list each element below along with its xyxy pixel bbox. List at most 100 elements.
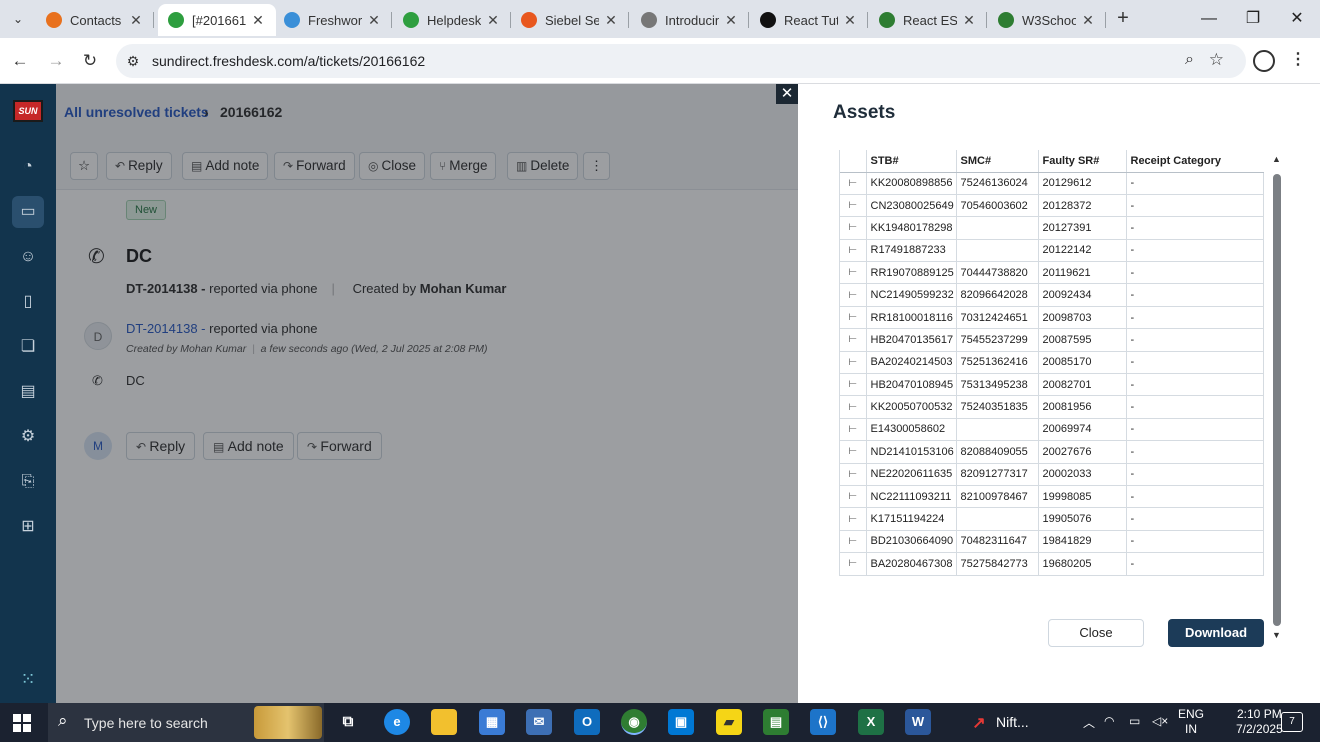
expand-row-icon[interactable]: ⊢ [840,261,867,285]
close-tab-icon[interactable]: ✕ [485,12,501,29]
expand-row-icon[interactable]: ⊢ [840,194,867,218]
download-button[interactable]: Download [1168,619,1264,647]
contacts-icon[interactable]: ☺ [12,241,44,273]
forward-icon[interactable]: → [44,49,68,73]
table-row[interactable]: ⊢ NC22111093211 82100978467 19998085- [840,485,1264,509]
url-text[interactable]: sundirect.freshdesk.com/a/tickets/201661… [152,53,425,69]
browser-tab[interactable]: Siebel Service✕ [511,4,629,36]
expand-row-icon[interactable]: ⊢ [840,530,867,554]
table-row[interactable]: ⊢ CN23080025649 70546003602 20128372- [840,194,1264,218]
forms-icon[interactable]: ⎘ [12,466,44,498]
close-tab-icon[interactable]: ✕ [603,12,619,29]
restore-window-icon[interactable]: ❐ [1230,6,1276,32]
close-tab-icon[interactable]: ✕ [128,12,144,29]
expand-row-icon[interactable]: ⊢ [840,373,867,397]
store-icon[interactable]: ▦ [479,709,505,735]
stock-trend-icon[interactable]: ↗ [968,711,990,733]
browser-tab[interactable]: [#20166162]✕ [158,4,276,36]
expand-row-icon[interactable]: ⊢ [840,216,867,240]
battery-icon[interactable]: ▭ [1129,714,1140,728]
spreadsheet-app-icon[interactable]: ▤ [763,709,789,735]
close-tab-icon[interactable]: ✕ [1080,12,1096,29]
outlook-icon[interactable]: O [574,709,600,735]
browser-tab[interactable]: React ES6✕ [869,4,987,36]
file-explorer-icon[interactable] [431,709,457,735]
table-row[interactable]: ⊢ R17491887233 20122142- [840,239,1264,263]
table-row[interactable]: ⊢ RR18100018116 70312424651 20098703- [840,306,1264,330]
tray-chevron-icon[interactable]: ︿ [1083,714,1095,731]
browser-tab[interactable]: Introducing✕ [631,4,749,36]
expand-row-icon[interactable]: ⊢ [840,485,867,509]
close-tab-icon[interactable]: ✕ [961,12,977,29]
scrollbar-thumb[interactable] [1273,174,1281,626]
profile-icon[interactable] [1253,50,1275,72]
mail-icon[interactable]: ✉ [526,709,552,735]
table-row[interactable]: ⊢ BA20240214503 75251362416 20085170- [840,351,1264,375]
tickets-icon[interactable]: ▭ [12,196,44,228]
table-row[interactable]: ⊢ HB20470108945 75313495238 20082701- [840,373,1264,397]
scroll-down-icon[interactable]: ▼ [1272,630,1281,640]
language-indicator[interactable]: ENG IN [1178,707,1204,737]
system-clock[interactable]: 2:10 PM 7/2/2025 [1236,707,1283,737]
wifi-icon[interactable]: ◠ [1104,714,1114,728]
zoom-icon[interactable]: ⌕ [1185,51,1194,69]
close-tab-icon[interactable]: ✕ [723,12,739,29]
scroll-up-icon[interactable]: ▲ [1272,154,1281,164]
site-info-icon[interactable]: ⚙ [124,52,142,70]
excel-icon[interactable]: X [858,709,884,735]
table-row[interactable]: ⊢ BA20280467308 75275842773 19680205- [840,552,1264,576]
close-tab-icon[interactable]: ✕ [842,12,858,29]
bookmark-star-icon[interactable]: ☆ [1209,50,1224,70]
expand-row-icon[interactable]: ⊢ [840,395,867,419]
expand-row-icon[interactable]: ⊢ [840,172,867,195]
remote-desktop-icon[interactable]: ▣ [668,709,694,735]
brand-logo[interactable]: SUN [13,100,43,122]
stock-widget-label[interactable]: Nift... [996,714,1029,730]
minimize-window-icon[interactable]: — [1186,6,1232,32]
table-row[interactable]: ⊢ RR19070889125 70444738820 20119621- [840,261,1264,285]
expand-row-icon[interactable]: ⊢ [840,552,867,576]
chrome-icon[interactable]: ◉ [621,709,647,735]
expand-row-icon[interactable]: ⊢ [840,351,867,375]
reload-icon[interactable]: ↻ [78,49,102,73]
taskbar-search-box[interactable]: ⌕ Type here to search [48,703,324,742]
close-tab-icon[interactable]: ✕ [366,12,382,29]
table-row[interactable]: ⊢ KK19480178298 20127391- [840,216,1264,240]
task-view-icon[interactable]: ⧉ [335,709,361,735]
expand-row-icon[interactable]: ⊢ [840,440,867,464]
browser-tab[interactable]: Freshworks✕ [274,4,392,36]
expand-row-icon[interactable]: ⊢ [840,328,867,352]
browser-menu-icon[interactable]: ⋮ [1290,49,1306,69]
expand-row-icon[interactable]: ⊢ [840,418,867,442]
modal-backdrop[interactable] [56,84,798,703]
groups-icon[interactable]: ❏ [12,331,44,363]
table-row[interactable]: ⊢ K17151194224 19905076- [840,507,1264,531]
sticky-notes-icon[interactable]: ▰ [716,709,742,735]
edge-icon[interactable]: e [384,709,410,735]
browser-tab[interactable]: Contacts ✕ [36,4,154,36]
table-row[interactable]: ⊢ NC21490599232 82096642028 20092434- [840,283,1264,307]
close-button[interactable]: Close [1048,619,1144,647]
table-row[interactable]: ⊢ KK20050700532 75240351835 20081956- [840,395,1264,419]
knowledge-base-icon[interactable]: ▯ [12,286,44,318]
expand-row-icon[interactable]: ⊢ [840,463,867,486]
table-row[interactable]: ⊢ HB20470135617 75455237299 20087595- [840,328,1264,352]
table-row[interactable]: ⊢ BD21030664090 70482311647 19841829- [840,530,1264,554]
table-row[interactable]: ⊢ NE22020611635 82091277317 20002033- [840,463,1264,486]
omnibox[interactable]: ⚙ sundirect.freshdesk.com/a/tickets/2016… [116,44,1246,78]
browser-tab[interactable]: W3Schools✕ [988,4,1106,36]
tab-search-dropdown-icon[interactable]: ⌄ [8,9,28,29]
expand-row-icon[interactable]: ⊢ [840,283,867,307]
vscode-icon[interactable]: ⟨⟩ [810,709,836,735]
close-window-icon[interactable]: ✕ [1274,6,1320,32]
dashboard-icon[interactable]: ◔ [12,151,44,183]
settings-icon[interactable]: ⚙ [12,421,44,453]
table-row[interactable]: ⊢ E14300058602 20069974- [840,418,1264,442]
close-panel-icon[interactable]: ✕ [776,84,798,104]
table-row[interactable]: ⊢ KK20080898856 75246136024 20129612- [840,172,1264,195]
notifications-icon[interactable]: 7 [1281,712,1303,732]
expand-row-icon[interactable]: ⊢ [840,239,867,263]
windows-start-icon[interactable] [13,714,31,732]
close-tab-icon[interactable]: ✕ [250,12,266,29]
volume-icon[interactable]: ◁× [1152,714,1168,728]
